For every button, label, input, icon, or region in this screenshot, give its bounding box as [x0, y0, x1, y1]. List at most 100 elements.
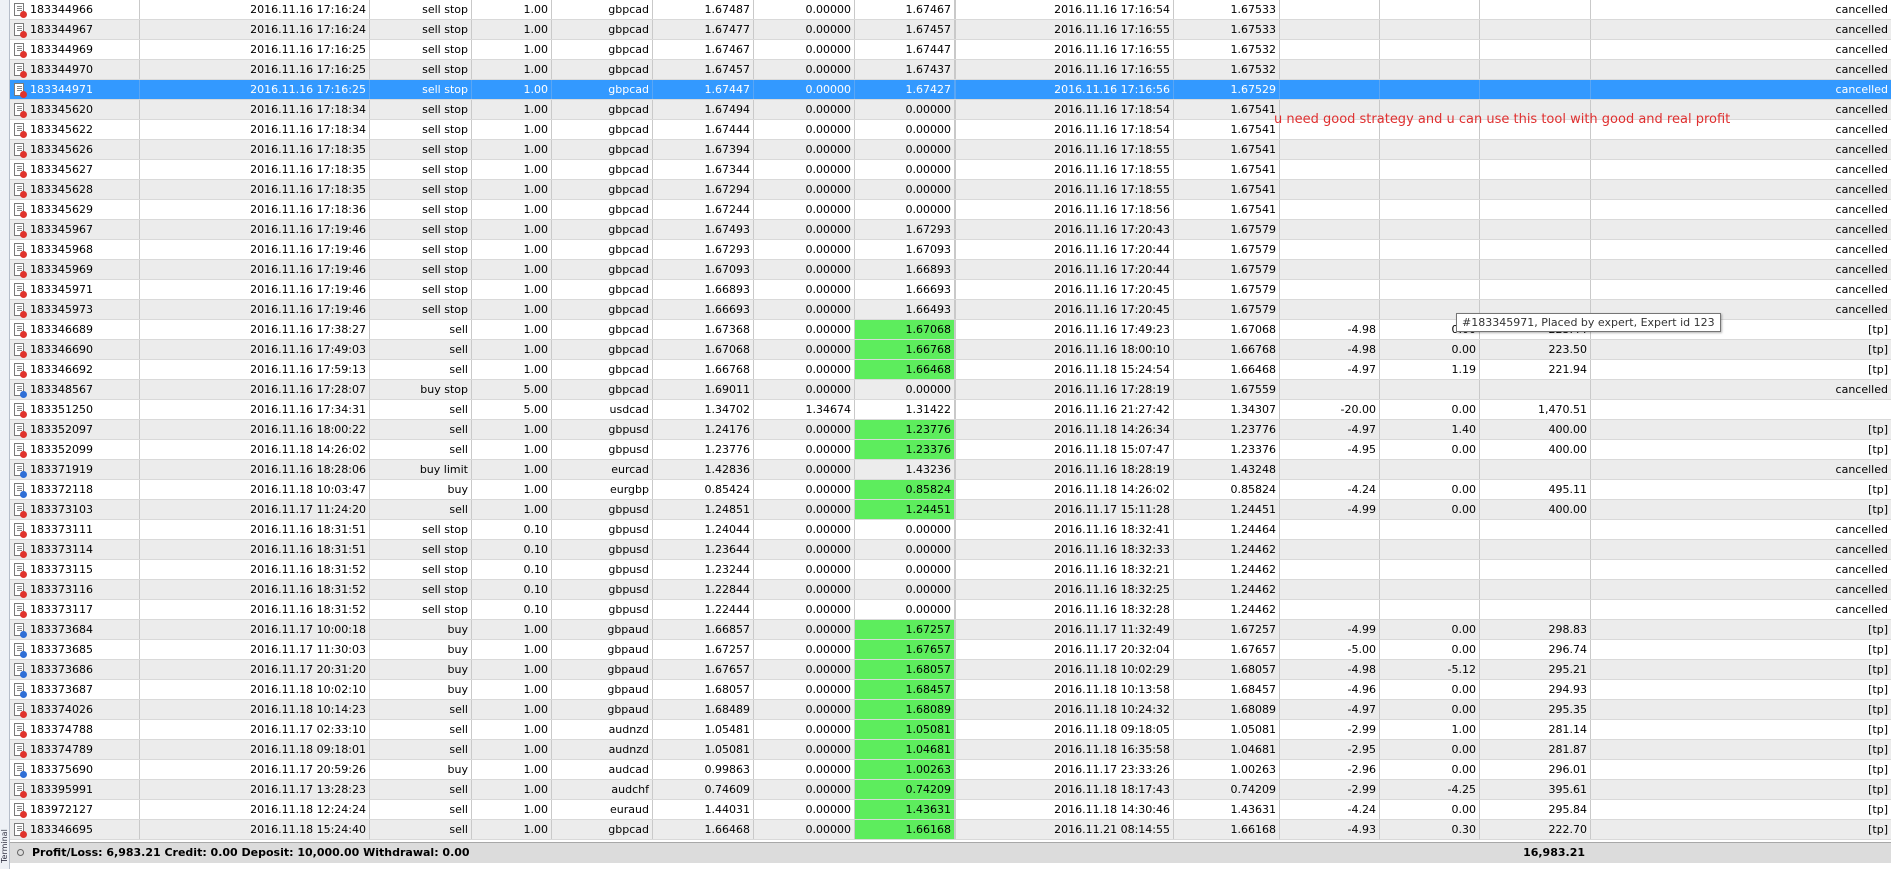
table-row[interactable]: 183374026 2016.11.18 10:14:23 sell 1.00 gbpa…	[10, 700, 1891, 720]
cell-close-time: 2016.11.21 08:14:55	[956, 820, 1174, 839]
table-row[interactable]: 183344966 2016.11.16 17:16:24 sell stop 1.0…	[10, 0, 1891, 20]
cell-close-price: 1.43631	[1174, 800, 1280, 819]
table-row[interactable]: 183345629 2016.11.16 17:18:36 sell stop 1.0…	[10, 200, 1891, 220]
cell-swap: 1.19	[1380, 360, 1480, 379]
cell-sl: 0.00000	[754, 220, 855, 239]
cell-swap: 0.00	[1380, 340, 1480, 359]
cell-open-time: 2016.11.16 17:19:46	[140, 260, 370, 279]
cell-comment: cancelled	[1835, 43, 1888, 56]
table-row[interactable]: 183373117 2016.11.16 18:31:52 sell stop 0.1…	[10, 600, 1891, 620]
cell-open-time: 2016.11.18 10:03:47	[140, 480, 370, 499]
cell-price: 1.67093	[653, 260, 754, 279]
cell-sl: 0.00000	[754, 240, 855, 259]
table-row[interactable]: 183345968 2016.11.16 17:19:46 sell stop 1.0…	[10, 240, 1891, 260]
cell-profit: 296.01	[1480, 760, 1591, 779]
table-row[interactable]: 183972127 2016.11.18 12:24:24 sell 1.00 eura…	[10, 800, 1891, 820]
cell-profit	[1480, 20, 1591, 39]
cell-size: 1.00	[472, 280, 552, 299]
cell-symbol: gbpusd	[552, 420, 653, 439]
cell-size: 1.00	[472, 360, 552, 379]
cell-price: 1.67657	[653, 660, 754, 679]
cell-size: 1.00	[472, 40, 552, 59]
cell-close-price: 1.67257	[1174, 620, 1280, 639]
table-row[interactable]: 183374789 2016.11.18 09:18:01 sell 1.00 audn…	[10, 740, 1891, 760]
cell-sl: 0.00000	[754, 720, 855, 739]
table-row[interactable]: 183373685 2016.11.17 11:30:03 buy 1.00 gbpau…	[10, 640, 1891, 660]
table-row[interactable]: 183373103 2016.11.17 11:24:20 sell 1.00 gbpu…	[10, 500, 1891, 520]
table-row[interactable]: 183373686 2016.11.17 20:31:20 buy 1.00 gbpau…	[10, 660, 1891, 680]
cell-tp: 0.00000	[855, 580, 955, 599]
table-row[interactable]: 183345969 2016.11.16 17:19:46 sell stop 1.0…	[10, 260, 1891, 280]
cell-type: sell stop	[370, 220, 472, 239]
cell-ticket: 183972127	[10, 800, 140, 819]
table-row[interactable]: 183346695 2016.11.18 15:24:40 sell 1.00 gbpc…	[10, 820, 1891, 840]
cell-type: sell stop	[370, 20, 472, 39]
cell-price: 1.67447	[653, 80, 754, 99]
cell-symbol: gbpcad	[552, 300, 653, 319]
cell-close-time: 2016.11.17 15:11:28	[956, 500, 1174, 519]
cell-sl: 0.00000	[754, 700, 855, 719]
table-row[interactable]: 183345627 2016.11.16 17:18:35 sell stop 1.0…	[10, 160, 1891, 180]
cell-sl: 0.00000	[754, 40, 855, 59]
cell-open-time: 2016.11.16 17:19:46	[140, 300, 370, 319]
cell-comment: [tp]	[1868, 743, 1888, 756]
cell-type: buy	[370, 640, 472, 659]
cell-ticket: 183351250	[10, 400, 140, 419]
cell-ticket: 183373103	[10, 500, 140, 519]
cell-size: 1.00	[472, 500, 552, 519]
table-row[interactable]: 183373684 2016.11.17 10:00:18 buy 1.00 gbpau…	[10, 620, 1891, 640]
table-row[interactable]: 183344971 2016.11.16 17:16:25 sell stop 1.0…	[10, 80, 1891, 100]
table-row[interactable]: 183346692 2016.11.16 17:59:13 sell 1.00 gbpc…	[10, 360, 1891, 380]
table-row[interactable]: 183374788 2016.11.17 02:33:10 sell 1.00 audn…	[10, 720, 1891, 740]
table-row[interactable]: 183373111 2016.11.16 18:31:51 sell stop 0.1…	[10, 520, 1891, 540]
cell-close-price: 1.68089	[1174, 700, 1280, 719]
table-row[interactable]: 183344967 2016.11.16 17:16:24 sell stop 1.0…	[10, 20, 1891, 40]
cell-ticket: 183352097	[10, 420, 140, 439]
table-row[interactable]: 183375690 2016.11.17 20:59:26 buy 1.00 audca…	[10, 760, 1891, 780]
cell-price: 1.68057	[653, 680, 754, 699]
cell-close-time: 2016.11.16 17:16:54	[956, 0, 1174, 19]
cell-close-time: 2016.11.16 17:20:44	[956, 260, 1174, 279]
cell-tp: 0.00000	[855, 140, 955, 159]
table-row[interactable]: 183372118 2016.11.18 10:03:47 buy 1.00 eurgb…	[10, 480, 1891, 500]
cell-tp: 1.00263	[855, 760, 955, 779]
panel-bottom-edge	[10, 863, 1891, 869]
cell-ticket: 183345629	[10, 200, 140, 219]
table-row[interactable]: 183371919 2016.11.16 18:28:06 buy limit 1.0…	[10, 460, 1891, 480]
cell-price: 1.22444	[653, 600, 754, 619]
table-row[interactable]: 183373687 2016.11.18 10:02:10 buy 1.00 gbpau…	[10, 680, 1891, 700]
cell-commission: -4.98	[1280, 340, 1380, 359]
cell-tp: 1.43236	[855, 460, 955, 479]
cell-type: sell	[370, 700, 472, 719]
table-row[interactable]: 183373115 2016.11.16 18:31:52 sell stop 0.1…	[10, 560, 1891, 580]
cell-type: sell	[370, 400, 472, 419]
table-row[interactable]: 183348567 2016.11.16 17:28:07 buy stop 5.00…	[10, 380, 1891, 400]
cell-ticket: 183345967	[10, 220, 140, 239]
cell-price: 1.42836	[653, 460, 754, 479]
table-row[interactable]: 183345967 2016.11.16 17:19:46 sell stop 1.0…	[10, 220, 1891, 240]
cell-sl: 0.00000	[754, 560, 855, 579]
cell-price: 1.05081	[653, 740, 754, 759]
cell-symbol: gbpaud	[552, 640, 653, 659]
table-row[interactable]: 183345971 2016.11.16 17:19:46 sell stop 1.0…	[10, 280, 1891, 300]
cell-sl: 0.00000	[754, 380, 855, 399]
cell-sl: 0.00000	[754, 300, 855, 319]
table-row[interactable]: 183395991 2016.11.17 13:28:23 sell 1.00 audc…	[10, 780, 1891, 800]
table-row[interactable]: 183373116 2016.11.16 18:31:52 sell stop 0.1…	[10, 580, 1891, 600]
table-row[interactable]: 183351250 2016.11.16 17:34:31 sell 5.00 usdc…	[10, 400, 1891, 420]
table-row[interactable]: 183373114 2016.11.16 18:31:51 sell stop 0.1…	[10, 540, 1891, 560]
table-row[interactable]: 183346690 2016.11.16 17:49:03 sell 1.00 gbpc…	[10, 340, 1891, 360]
cell-price: 1.34702	[653, 400, 754, 419]
cell-commission	[1280, 0, 1380, 19]
table-row[interactable]: 183352099 2016.11.18 14:26:02 sell 1.00 gbpu…	[10, 440, 1891, 460]
cell-sl: 0.00000	[754, 520, 855, 539]
table-row[interactable]: 183344970 2016.11.16 17:16:25 sell stop 1.0…	[10, 60, 1891, 80]
table-row[interactable]: 183352097 2016.11.16 18:00:22 sell 1.00 gbpu…	[10, 420, 1891, 440]
cell-symbol: gbpcad	[552, 240, 653, 259]
table-row[interactable]: 183344969 2016.11.16 17:16:25 sell stop 1.0…	[10, 40, 1891, 60]
cell-comment: cancelled	[1835, 583, 1888, 596]
cell-close-price: 1.23776	[1174, 420, 1280, 439]
table-row[interactable]: 183345626 2016.11.16 17:18:35 sell stop 1.0…	[10, 140, 1891, 160]
table-row[interactable]: 183345628 2016.11.16 17:18:35 sell stop 1.0…	[10, 180, 1891, 200]
cell-commission: -4.97	[1280, 420, 1380, 439]
